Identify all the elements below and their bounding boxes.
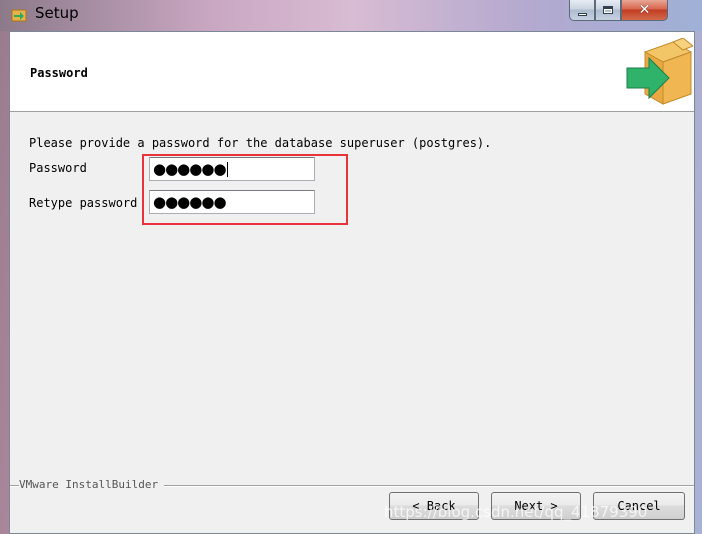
password-label: Password xyxy=(29,161,87,175)
highlight-box xyxy=(142,154,348,225)
minimize-icon xyxy=(577,12,587,16)
title-bar[interactable]: Setup ✕ xyxy=(0,0,702,31)
minimize-button[interactable] xyxy=(569,0,595,21)
package-arrow-icon xyxy=(626,38,693,105)
retype-password-label: Retype password xyxy=(29,196,138,210)
setup-dialog: Password Please provide a password for t… xyxy=(9,31,695,534)
installer-brand: VMware InstallBuilder xyxy=(19,478,165,491)
password-prompt: Please provide a password for the databa… xyxy=(29,136,492,150)
window-title: Setup xyxy=(35,4,79,22)
close-button[interactable]: ✕ xyxy=(621,0,668,21)
page-title: Password xyxy=(30,66,88,80)
close-icon: ✕ xyxy=(638,2,651,18)
header-panel: Password xyxy=(10,32,694,112)
maximize-button[interactable] xyxy=(595,0,621,21)
maximize-icon xyxy=(603,6,613,14)
watermark: https://blog.csdn.net/qq_41879390 xyxy=(384,503,648,521)
setup-app-icon xyxy=(11,9,27,22)
caption-buttons: ✕ xyxy=(569,0,668,21)
